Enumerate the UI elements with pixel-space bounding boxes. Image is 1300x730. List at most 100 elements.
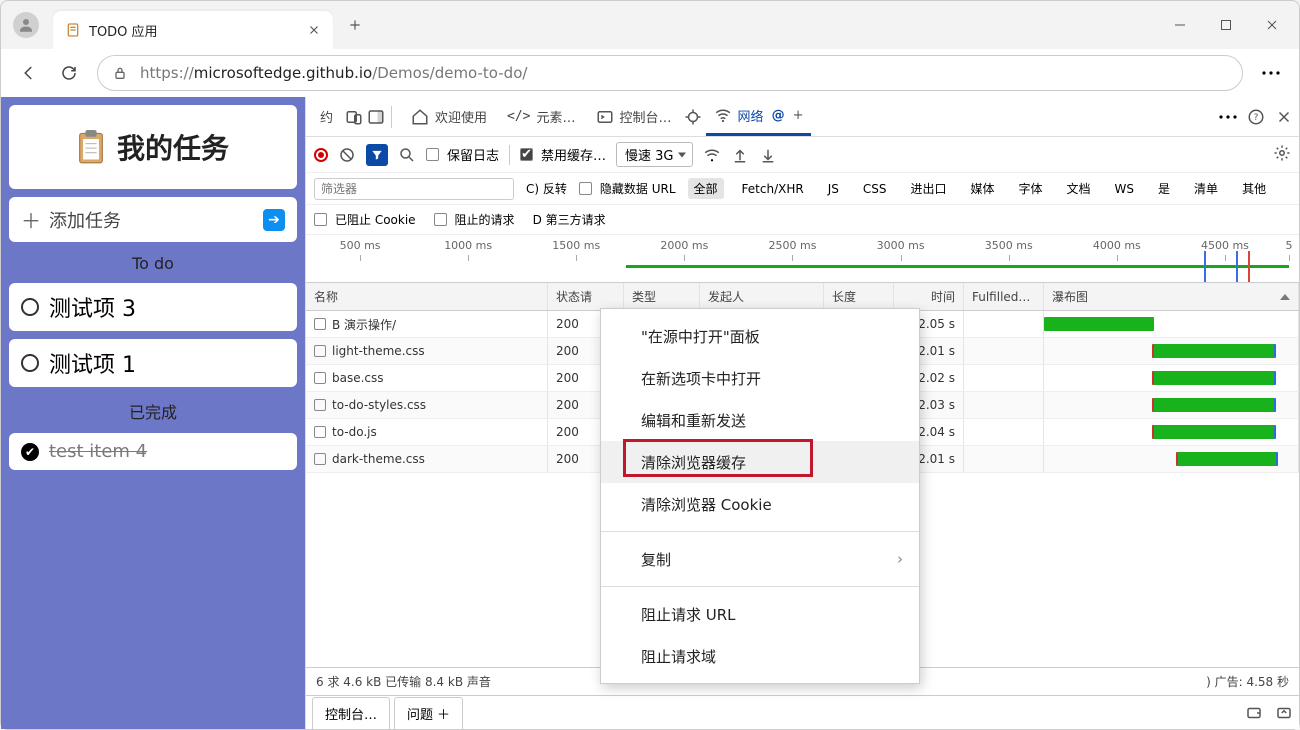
drawer-console-tab[interactable]: 控制台… — [312, 697, 390, 729]
wifi-throttle-icon[interactable] — [703, 146, 721, 164]
window-maximize-button[interactable] — [1203, 9, 1249, 41]
tab-close-icon[interactable] — [307, 23, 321, 37]
device-toggle-icon[interactable] — [345, 108, 363, 126]
filter-js[interactable]: JS — [822, 180, 845, 198]
ctx-open-new-tab[interactable]: 在新选项卡中打开 — [601, 357, 919, 399]
wifi-icon — [714, 106, 732, 124]
network-settings-icon[interactable] — [1273, 144, 1291, 162]
preserve-log-checkbox[interactable]: 保留日志 — [426, 145, 499, 164]
tab-console[interactable]: 控制台… — [588, 98, 680, 136]
add-task-row[interactable]: ＋添加任务 ➔ — [9, 197, 297, 242]
ctx-clear-cookies[interactable]: 清除浏览器 Cookie — [601, 483, 919, 525]
invert-checkbox[interactable]: C) 反转 — [526, 180, 567, 197]
window-minimize-button[interactable] — [1157, 9, 1203, 41]
request-table-header[interactable]: 名称 状态请 类型 发起人 长度 时间 Fulfilled… 瀑布图 — [306, 283, 1299, 311]
todo-item[interactable]: 测试项 3 — [9, 283, 297, 331]
hide-data-url-checkbox[interactable]: 隐藏数据 URL — [579, 180, 676, 197]
file-icon — [314, 426, 326, 438]
clear-button[interactable] — [338, 146, 356, 164]
tick: 1000 ms — [414, 239, 522, 252]
filter-other[interactable]: 其他 — [1236, 178, 1272, 199]
col-fulfilled[interactable]: Fulfilled… — [964, 283, 1044, 310]
profile-avatar[interactable] — [13, 12, 39, 38]
lock-icon — [112, 65, 128, 81]
refresh-button[interactable] — [49, 55, 89, 91]
todo-item[interactable]: 测试项 1 — [9, 339, 297, 387]
back-button[interactable] — [9, 55, 49, 91]
col-waterfall[interactable]: 瀑布图 — [1044, 283, 1299, 310]
filter-manifest[interactable]: 清单 — [1188, 178, 1224, 199]
done-section-header: 已完成 — [9, 395, 297, 425]
filter-toggle[interactable] — [366, 144, 388, 166]
network-toolbar: 保留日志 ✔禁用缓存… 慢速 3G — [306, 137, 1299, 173]
url-scheme: https:// — [140, 64, 194, 82]
upload-har-icon[interactable] — [731, 146, 749, 164]
address-bar[interactable]: https://microsoftedge.github.io/Demos/de… — [97, 55, 1243, 91]
unchecked-icon[interactable] — [21, 298, 39, 316]
tick: 500 ms — [306, 239, 414, 252]
col-type[interactable]: 类型 — [624, 283, 700, 310]
search-icon[interactable] — [398, 146, 416, 164]
ctx-block-domain[interactable]: 阻止请求域 — [601, 635, 919, 677]
filter-all[interactable]: 全部 — [688, 178, 724, 199]
filter-font[interactable]: 字体 — [1013, 178, 1049, 199]
add-task-submit[interactable]: ➔ — [263, 209, 285, 231]
tab-elements[interactable]: </>元素… — [499, 98, 584, 136]
tick: 4000 ms — [1063, 239, 1171, 252]
tab-welcome[interactable]: 欢迎使用 — [403, 98, 495, 136]
filter-row: C) 反转 隐藏数据 URL 全部 Fetch/XHR JS CSS 进出口 媒… — [306, 173, 1299, 205]
filter-input[interactable] — [314, 178, 514, 200]
blocked-requests-checkbox[interactable]: 阻止的请求 — [434, 211, 515, 228]
overview-timeline[interactable]: 500 ms 1000 ms 1500 ms 2000 ms 2500 ms 3… — [306, 235, 1299, 283]
tick: 1500 ms — [522, 239, 630, 252]
col-status[interactable]: 状态请 — [548, 283, 624, 310]
third-party-label[interactable]: D 第三方请求 — [533, 211, 606, 228]
filter-media[interactable]: 媒体 — [965, 178, 1001, 199]
sources-icon[interactable] — [684, 108, 702, 126]
ctx-clear-cache[interactable]: 清除浏览器缓存 — [601, 441, 919, 483]
ctx-block-url[interactable]: 阻止请求 URL — [601, 593, 919, 635]
ctx-open-in-sources[interactable]: "在源中打开"面板 — [601, 315, 919, 357]
tab-network[interactable]: 网络@+ — [706, 98, 812, 136]
col-initiator[interactable]: 发起人 — [700, 283, 824, 310]
col-time[interactable]: 时间 — [894, 283, 964, 310]
more-tabs-icon[interactable] — [1219, 108, 1237, 126]
devtools-close-icon[interactable] — [1275, 108, 1293, 126]
clipboard-icon — [77, 130, 105, 164]
filter-ws[interactable]: WS — [1109, 180, 1140, 198]
dock-icon[interactable] — [367, 108, 385, 126]
devtools: 约 欢迎使用 </>元素… 控制台… 网络@+ ? — [305, 97, 1299, 729]
filter-css[interactable]: CSS — [857, 180, 893, 198]
filter-yes[interactable]: 是 — [1152, 178, 1176, 199]
checked-icon[interactable]: ✔ — [21, 443, 39, 461]
add-task-label: 添加任务 — [49, 207, 121, 233]
status-summary: 6 求 4.6 kB 已传输 8.4 kB 声音 — [316, 673, 491, 690]
filter-io[interactable]: 进出口 — [904, 178, 952, 199]
file-icon — [314, 453, 326, 465]
browser-tab[interactable]: TODO 应用 — [53, 11, 333, 49]
drawer-export-icon[interactable] — [1245, 704, 1263, 722]
done-item[interactable]: ✔test item 4 — [9, 433, 297, 470]
unchecked-icon[interactable] — [21, 354, 39, 372]
inspect-truncated[interactable]: 约 — [312, 98, 341, 136]
ctx-copy[interactable]: 复制› — [601, 538, 919, 580]
blocked-cookies-checkbox[interactable]: 已阻止 Cookie — [314, 211, 416, 228]
new-tab-button[interactable] — [341, 11, 369, 39]
drawer-collapse-icon[interactable] — [1275, 704, 1293, 722]
help-icon[interactable]: ? — [1247, 108, 1265, 126]
filter-doc[interactable]: 文档 — [1061, 178, 1097, 199]
disable-cache-checkbox[interactable]: ✔禁用缓存… — [520, 145, 606, 164]
col-name[interactable]: 名称 — [306, 283, 548, 310]
drawer-issues-tab[interactable]: 问题＋ — [394, 697, 463, 729]
throttle-select[interactable]: 慢速 3G — [616, 142, 692, 167]
app-title: 我的任务 — [117, 127, 229, 167]
filter-fetch[interactable]: Fetch/XHR — [736, 180, 810, 198]
col-length[interactable]: 长度 — [824, 283, 894, 310]
ctx-edit-resend[interactable]: 编辑和重新发送 — [601, 399, 919, 441]
window-close-button[interactable] — [1249, 9, 1295, 41]
browser-menu-button[interactable] — [1251, 55, 1291, 91]
tick: 5 — [1279, 239, 1299, 252]
download-har-icon[interactable] — [759, 146, 777, 164]
file-icon — [314, 345, 326, 357]
record-button[interactable] — [314, 148, 328, 162]
